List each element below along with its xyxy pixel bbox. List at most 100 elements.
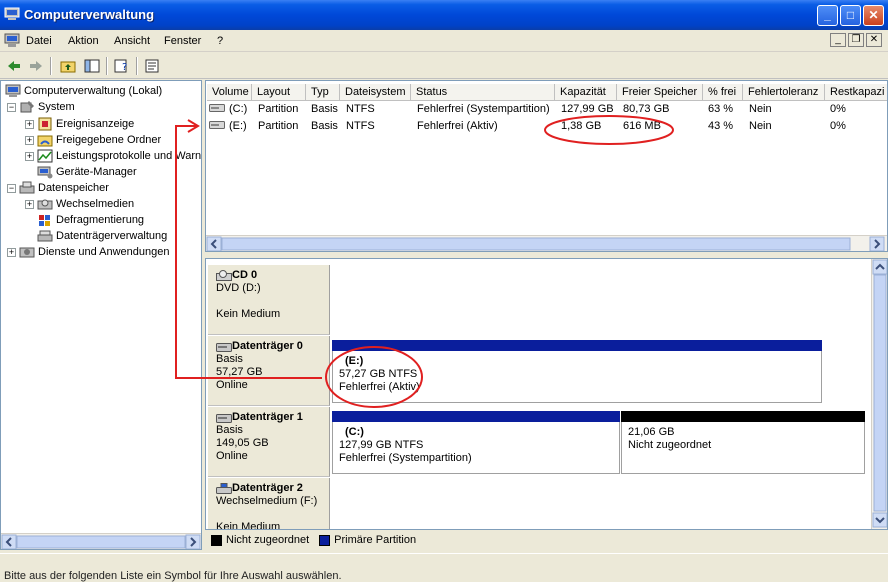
properties-icon (145, 59, 159, 73)
menu-fenster[interactable]: Fenster (164, 35, 201, 47)
expand-icon[interactable]: + (7, 247, 16, 257)
table-cell[interactable]: (E:) (229, 118, 247, 134)
window-title: Computerverwaltung (24, 7, 155, 22)
toolbar: ? (0, 53, 888, 79)
disk-status: Online (216, 379, 248, 391)
event-viewer-icon (37, 117, 53, 131)
disk-label-0[interactable]: Datenträger 0 Basis 57,27 GB Online (208, 336, 330, 406)
menu-aktion[interactable]: Aktion (68, 35, 99, 47)
up-folder-button[interactable] (58, 56, 78, 76)
collapse-icon[interactable]: − (7, 102, 16, 112)
tree-item-dienste[interactable]: + Dienste und Anwendungen (7, 244, 170, 260)
minimize-button[interactable]: _ (817, 5, 838, 26)
svg-text:?: ? (122, 62, 127, 73)
table-cell: 0% (830, 103, 846, 115)
properties-button[interactable] (142, 56, 162, 76)
disk-label-cd0[interactable]: CD 0 DVD (D:) Kein Medium (208, 265, 330, 335)
tree-item-defragmentierung[interactable]: Defragmentierung (37, 212, 144, 228)
hard-disk-icon (216, 342, 232, 352)
expand-icon[interactable]: + (25, 151, 34, 161)
device-manager-icon (37, 165, 53, 179)
tree-item-wechselmedien[interactable]: + Wechselmedien (25, 196, 134, 212)
cd-drive-icon (216, 269, 232, 281)
volume-icon (209, 119, 225, 135)
tree-item-freigegebene-ordner[interactable]: + Freigegebene Ordner (25, 132, 161, 148)
expand-icon[interactable]: + (25, 135, 34, 145)
column-header-prozent-frei[interactable]: % frei (703, 84, 743, 101)
tree-label: Ereignisanzeige (56, 118, 135, 130)
expand-icon[interactable]: + (25, 119, 34, 129)
tree-item-ereignisanzeige[interactable]: + Ereignisanzeige (25, 116, 134, 132)
tree-item-geraete-manager[interactable]: Geräte-Manager (37, 164, 137, 180)
disk-graphical-view: CD 0 DVD (D:) Kein Medium Datenträger 0 … (205, 258, 888, 530)
disk-label-1[interactable]: Datenträger 1 Basis 149,05 GB Online (208, 407, 330, 477)
legend-swatch-primary (319, 534, 331, 546)
close-button[interactable]: ✕ (863, 5, 884, 26)
disk-view-vertical-scrollbar[interactable] (871, 259, 887, 529)
disk-name: CD 0 (232, 269, 258, 281)
disk-name: Datenträger 2 (232, 482, 303, 494)
console-tree: Computerverwaltung (Lokal) − System + Er… (0, 80, 202, 550)
child-close-button[interactable]: ✕ (866, 33, 882, 47)
disk-status: Online (216, 450, 248, 462)
help-button[interactable]: ? (112, 56, 132, 76)
table-cell: 43 % (708, 120, 734, 132)
legend-swatch-unallocated (211, 534, 222, 546)
tree-item-system[interactable]: − System (7, 99, 75, 115)
column-header-layout[interactable]: Layout (252, 84, 306, 101)
table-cell: Fehlerfrei (Systempartition) (417, 103, 550, 115)
unallocated-space[interactable]: 21,06 GB Nicht zugeordnet (621, 411, 865, 474)
expand-icon[interactable]: + (25, 199, 34, 209)
column-header-restkapazitaet[interactable]: Restkapazi (825, 84, 887, 101)
tree-label: Dienste und Anwendungen (38, 246, 170, 258)
table-cell: Basis (311, 103, 338, 115)
menu-datei[interactable]: Datei (26, 35, 52, 47)
maximize-button[interactable]: □ (840, 5, 861, 26)
column-header-fehlertoleranz[interactable]: Fehlertoleranz (743, 84, 825, 101)
child-restore-button[interactable]: ❐ (848, 33, 864, 47)
show-hide-tree-button[interactable] (82, 56, 102, 76)
child-minimize-button[interactable]: _ (830, 33, 846, 47)
tree-item-leistungsprotokolle[interactable]: + Leistungsprotokolle und Warn (25, 148, 201, 164)
tree-item-datentraegerverwaltung[interactable]: Datenträgerverwaltung (37, 228, 167, 244)
disk-label-2[interactable]: Datenträger 2 Wechselmedium (F:) Kein Me… (208, 478, 330, 529)
column-header-kapazitaet[interactable]: Kapazität (555, 84, 617, 101)
column-header-status[interactable]: Status (411, 84, 555, 101)
disk-type: Basis (216, 424, 243, 436)
tree-horizontal-scrollbar[interactable] (1, 533, 201, 549)
arrow-right-icon (30, 61, 42, 71)
tree-label: Computerverwaltung (Lokal) (24, 85, 163, 97)
disk-name: Datenträger 1 (232, 411, 303, 423)
table-cell: Fehlerfrei (Aktiv) (417, 120, 498, 132)
collapse-icon[interactable]: − (7, 183, 16, 193)
volume-list: Volume Layout Typ Dateisystem Status Kap… (205, 80, 888, 252)
volume-list-horizontal-scrollbar[interactable] (206, 235, 887, 251)
arrow-left-icon (8, 61, 20, 71)
partition-c[interactable]: (C:) 127,99 GB NTFS Fehlerfrei (Systempa… (332, 411, 620, 474)
tree-item-datenspeicher[interactable]: − Datenspeicher (7, 180, 109, 196)
column-header-dateisystem[interactable]: Dateisystem (340, 84, 411, 101)
removable-disk-icon (216, 482, 232, 494)
column-header-volume[interactable]: Volume (207, 84, 252, 101)
unallocated-bar (621, 411, 865, 422)
disk-management-icon (37, 229, 53, 243)
partition-status: Fehlerfrei (Aktiv) (339, 381, 420, 393)
menu-ansicht[interactable]: Ansicht (114, 35, 150, 47)
removable-media-icon (37, 197, 53, 211)
computer-icon (4, 33, 20, 47)
help-icon: ? (114, 59, 127, 73)
table-cell: 616 MB (623, 120, 661, 132)
forward-button[interactable] (26, 56, 46, 76)
status-bar: Bitte aus der folgenden Liste ein Symbol… (0, 553, 888, 582)
tree-label: Leistungsprotokolle und Warn (56, 150, 202, 162)
table-cell[interactable]: (C:) (229, 101, 247, 117)
tree-item-root[interactable]: Computerverwaltung (Lokal) (5, 83, 162, 99)
partition-e[interactable]: (E:) 57,27 GB NTFS Fehlerfrei (Aktiv) (332, 340, 822, 403)
menu-help[interactable]: ? (217, 35, 223, 47)
table-cell: 80,73 GB (623, 103, 670, 115)
partition-size: 21,06 GB (628, 426, 675, 438)
back-button[interactable] (4, 56, 24, 76)
tree-label: System (38, 101, 75, 113)
column-header-freier-speicher[interactable]: Freier Speicher (617, 84, 703, 101)
column-header-typ[interactable]: Typ (306, 84, 340, 101)
